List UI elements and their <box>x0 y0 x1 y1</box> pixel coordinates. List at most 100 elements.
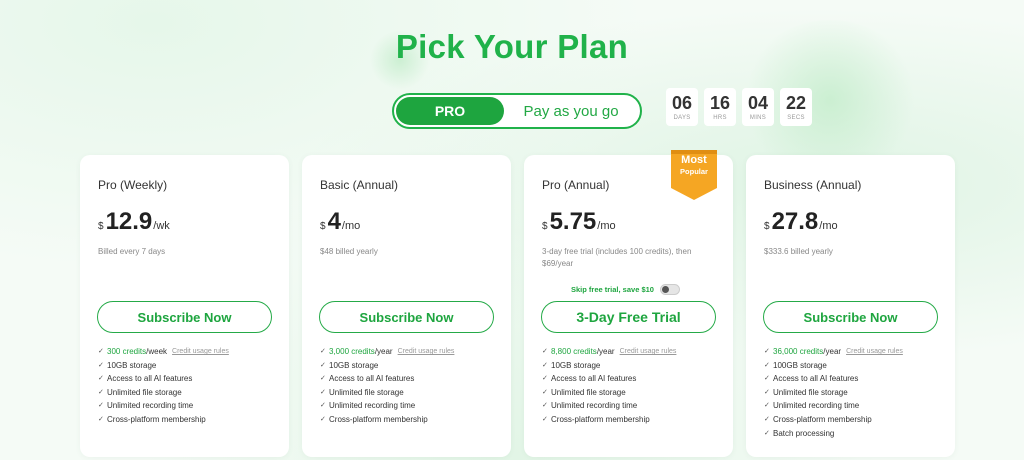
credit-usage-rules-link[interactable]: Credit usage rules <box>172 345 229 359</box>
plan-name: Pro (Annual) <box>542 178 610 192</box>
feature-item: ✓ Unlimited file storage <box>98 386 229 400</box>
credits-amount: 36,000 credits <box>773 347 824 356</box>
credit-usage-rules-link[interactable]: Credit usage rules <box>398 345 455 359</box>
feature-credits: ✓ 300 credits/week Credit usage rules <box>98 345 229 359</box>
check-icon: ✓ <box>542 388 548 396</box>
check-icon: ✓ <box>320 388 326 396</box>
check-icon: ✓ <box>98 375 104 383</box>
check-icon: ✓ <box>98 348 104 355</box>
check-icon: ✓ <box>542 415 548 423</box>
feature-text: Access to all AI features <box>107 374 193 384</box>
feature-item: ✓ Cross-platform membership <box>542 413 676 427</box>
toggle-pay-as-you-go-option[interactable]: Pay as you go <box>504 103 638 120</box>
feature-list: ✓ 8,800 credits/year Credit usage rules ✓ 1… <box>542 345 676 427</box>
credit-usage-rules-link[interactable]: Credit usage rules <box>846 345 903 359</box>
feature-item: ✓ Unlimited recording time <box>320 399 454 413</box>
countdown-days: 06 DAYS <box>666 88 698 126</box>
feature-item: ✓ Access to all AI features <box>320 372 454 386</box>
countdown-timer: 06 DAYS 16 HRS 04 MINS 22 SECS <box>666 88 812 126</box>
page-title: Pick Your Plan <box>395 28 629 65</box>
check-icon: ✓ <box>98 402 104 410</box>
check-icon: ✓ <box>320 361 326 369</box>
feature-item: ✓ 100GB storage <box>764 359 903 373</box>
feature-text: Batch processing <box>773 428 835 438</box>
countdown-label: MINS <box>749 115 767 121</box>
skip-trial-toggle[interactable] <box>659 284 680 295</box>
subscribe-button[interactable]: Subscribe Now <box>97 301 272 333</box>
free-trial-button[interactable]: 3-Day Free Trial <box>541 301 716 333</box>
toggle-pro-option[interactable]: PRO <box>396 97 504 125</box>
feature-text: Cross-platform membership <box>551 414 650 424</box>
plan-type-toggle[interactable]: PRO Pay as you go <box>392 93 642 129</box>
price-unit: /mo <box>819 220 838 232</box>
feature-item: ✓ Unlimited file storage <box>542 386 676 400</box>
feature-text: Unlimited recording time <box>107 401 194 411</box>
feature-text: Cross-platform membership <box>107 414 206 424</box>
billing-note: $333.6 billed yearly <box>764 247 833 256</box>
feature-text: Access to all AI features <box>551 374 637 384</box>
check-icon: ✓ <box>542 348 548 355</box>
feature-text: Unlimited file storage <box>107 387 182 397</box>
feature-item: ✓ Access to all AI features <box>542 372 676 386</box>
feature-text: Cross-platform membership <box>329 414 428 424</box>
plan-price: $ 5.75 /mo <box>542 208 616 236</box>
countdown-value: 16 <box>709 93 731 113</box>
check-icon: ✓ <box>542 375 548 383</box>
feature-list: ✓ 300 credits/week Credit usage rules ✓ 10G… <box>98 345 229 427</box>
check-icon: ✓ <box>320 402 326 410</box>
price-unit: /mo <box>597 220 616 232</box>
price-amount: 5.75 <box>549 208 597 235</box>
plan-card-pro-annual: Most Popular Pro (Annual) $ 5.75 /mo 3-d… <box>524 150 733 457</box>
plan-name: Basic (Annual) <box>320 178 399 192</box>
most-popular-badge: Most Popular <box>671 150 717 200</box>
check-icon: ✓ <box>764 402 770 410</box>
feature-item: ✓ 10GB storage <box>320 359 454 373</box>
credit-usage-rules-link[interactable]: Credit usage rules <box>620 345 677 359</box>
check-icon: ✓ <box>764 375 770 383</box>
countdown-value: 04 <box>747 93 769 113</box>
plan-card-pro-weekly: Pro (Weekly) $ 12.9 /wk Billed every 7 d… <box>80 155 289 457</box>
check-icon: ✓ <box>98 415 104 423</box>
badge-line-2: Popular <box>680 167 708 176</box>
countdown-value: 22 <box>785 93 807 113</box>
subscribe-button[interactable]: Subscribe Now <box>319 301 494 333</box>
plan-card-business-annual: Business (Annual) $ 27.8 /mo $333.6 bill… <box>746 155 955 457</box>
countdown-value: 06 <box>671 93 693 113</box>
price-amount: 12.9 <box>105 208 153 235</box>
countdown-label: DAYS <box>673 115 691 121</box>
billing-note: $48 billed yearly <box>320 247 378 256</box>
countdown-label: HRS <box>713 115 727 121</box>
plan-name: Business (Annual) <box>764 178 862 192</box>
feature-text: Unlimited recording time <box>329 401 416 411</box>
credits-amount: 3,000 credits <box>329 347 375 356</box>
check-icon: ✓ <box>764 415 770 423</box>
feature-item: ✓ Unlimited recording time <box>542 399 676 413</box>
check-icon: ✓ <box>764 361 770 369</box>
feature-text: 100GB storage <box>773 360 827 370</box>
countdown-hours: 16 HRS <box>704 88 736 126</box>
feature-text: 10GB storage <box>107 360 157 370</box>
feature-list: ✓ 36,000 credits/year Credit usage rules ✓… <box>764 345 903 440</box>
feature-item: ✓ Access to all AI features <box>764 372 903 386</box>
check-icon: ✓ <box>320 415 326 423</box>
credits-amount: 8,800 credits <box>551 347 597 356</box>
countdown-label: SECS <box>787 115 805 121</box>
feature-item: ✓ 10GB storage <box>542 359 676 373</box>
price-unit: /mo <box>341 220 361 232</box>
feature-text: Unlimited file storage <box>773 387 848 397</box>
credits-period: /week <box>146 347 168 356</box>
feature-item: ✓ Unlimited recording time <box>98 399 229 413</box>
price-currency: $ <box>764 221 770 232</box>
price-currency: $ <box>98 221 104 232</box>
feature-text: Cross-platform membership <box>773 414 872 424</box>
check-icon: ✓ <box>98 388 104 396</box>
feature-item: ✓ Unlimited file storage <box>320 386 454 400</box>
countdown-minutes: 04 MINS <box>742 88 774 126</box>
feature-item: ✓ Batch processing <box>764 427 903 441</box>
credits-period: /year <box>374 347 393 356</box>
check-icon: ✓ <box>320 375 326 383</box>
credits-period: /year <box>823 347 842 356</box>
badge-label: Most Popular <box>671 155 717 177</box>
subscribe-button[interactable]: Subscribe Now <box>763 301 938 333</box>
feature-text: 10GB storage <box>551 360 601 370</box>
